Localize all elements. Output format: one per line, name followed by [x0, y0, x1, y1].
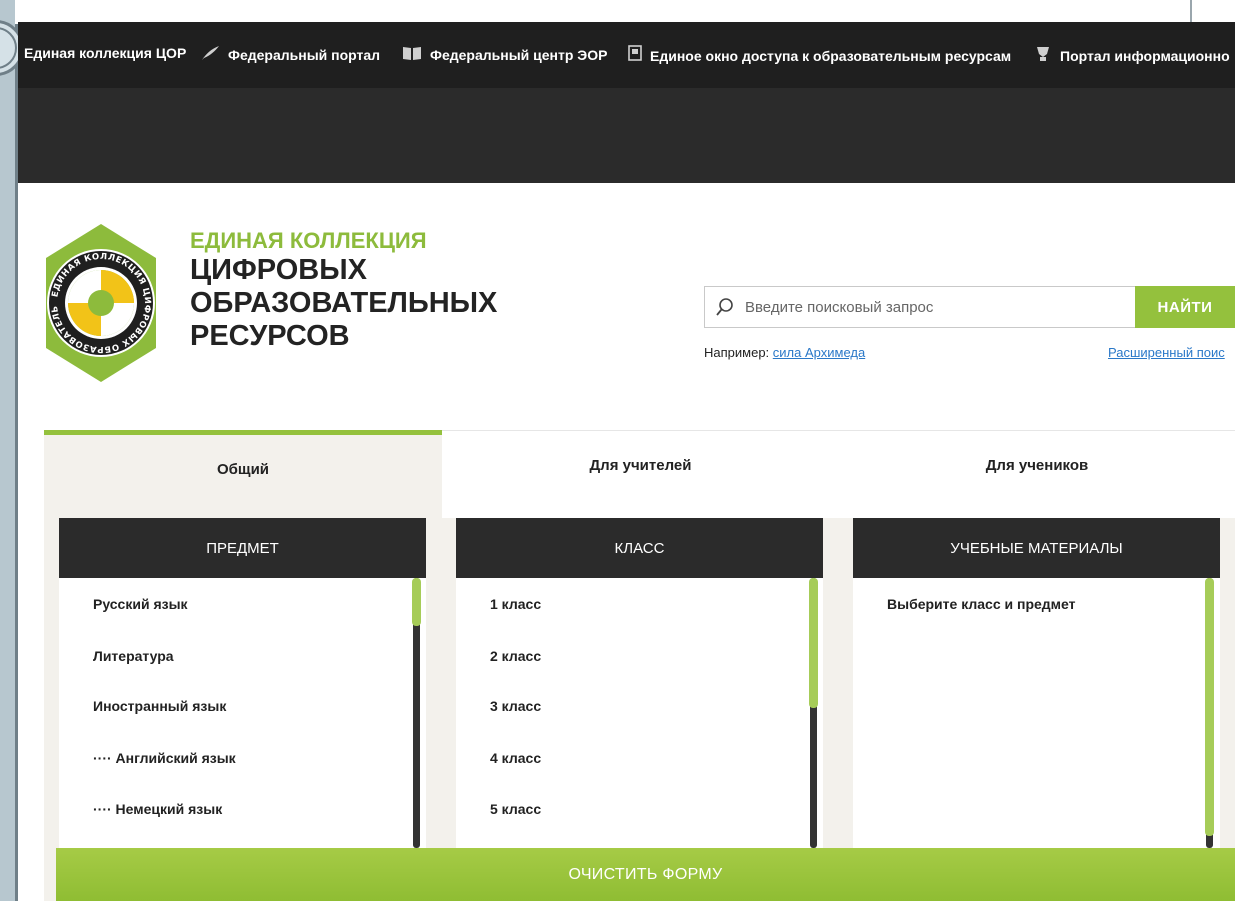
materials-column: УЧЕБНЫЕ МАТЕРИАЛЫ Выберите класс и предм…	[853, 518, 1220, 848]
subject-scroll-thumb[interactable]	[412, 578, 421, 626]
list-item[interactable]: 5 класс	[490, 801, 541, 817]
subject-column: ПРЕДМЕТ Русский язык Литература Иностран…	[59, 518, 426, 848]
search-example: Например: сила Архимеда	[704, 345, 866, 360]
search-placeholder: Введите поисковый запрос	[745, 298, 934, 316]
materials-scroll-thumb[interactable]	[1205, 578, 1214, 836]
topbar-link-info-portal[interactable]: Портал информационно	[1034, 45, 1230, 66]
slide-frame-left	[0, 0, 15, 901]
list-item[interactable]: 1 класс	[490, 596, 541, 612]
grade-list[interactable]: 1 класс 2 класс 3 класс 4 класс 5 класс	[456, 578, 823, 848]
slide-frame-top-line	[1190, 0, 1192, 22]
topbar-link-single-window[interactable]: Единое окно доступа к образовательным ре…	[628, 45, 1011, 66]
book-icon	[402, 45, 422, 65]
site-title: ЕДИНАЯ КОЛЛЕКЦИЯ ЦИФРОВЫХ ОБРАЗОВАТЕЛЬНЫ…	[190, 228, 497, 353]
site-title-line1: ЕДИНАЯ КОЛЛЕКЦИЯ	[190, 228, 427, 253]
example-link[interactable]: сила Архимеда	[773, 345, 865, 360]
grade-scroll-thumb[interactable]	[809, 578, 818, 708]
grade-header: КЛАСС	[456, 518, 823, 578]
header-dark-band	[18, 88, 1235, 183]
materials-header: УЧЕБНЫЕ МАТЕРИАЛЫ	[853, 518, 1220, 578]
tab-students[interactable]: Для учеников	[839, 431, 1235, 519]
advanced-search-link[interactable]: Расширенный поис	[1108, 345, 1225, 360]
list-item: Выберите класс и предмет	[887, 596, 1076, 612]
list-item[interactable]: ···· Английский язык	[93, 750, 236, 766]
tab-teachers[interactable]: Для учителей	[442, 431, 839, 519]
tab-general[interactable]: Общий	[44, 430, 442, 518]
top-portal-bar: Единая коллекция ЦОР Федеральный портал …	[18, 22, 1235, 88]
topbar-link-federal-portal[interactable]: Федеральный портал	[200, 45, 380, 65]
feather-icon	[200, 45, 220, 65]
grade-column: КЛАСС 1 класс 2 класс 3 класс 4 класс 5 …	[456, 518, 823, 848]
site-title-line2: ЦИФРОВЫХ	[190, 254, 367, 286]
list-item[interactable]: 4 класс	[490, 750, 541, 766]
web-page: Единая коллекция ЦОР Федеральный портал …	[18, 22, 1235, 901]
topbar-link-federal-center[interactable]: Федеральный центр ЭОР	[402, 45, 608, 65]
materials-list[interactable]: Выберите класс и предмет	[853, 578, 1220, 848]
subject-header: ПРЕДМЕТ	[59, 518, 426, 578]
list-item[interactable]: Литература	[93, 648, 174, 664]
logo-emblem: ЕДИНАЯ КОЛЛЕКЦИЯ ЦИФРОВЫХ ОБРАЗОВАТЕЛЬНЫ…	[37, 215, 156, 382]
list-item[interactable]: 2 класс	[490, 648, 541, 664]
site-title-line4: РЕСУРСОВ	[190, 320, 350, 352]
list-item[interactable]: Русский язык	[93, 596, 188, 612]
award-icon	[1034, 45, 1052, 66]
topbar-link-collection[interactable]: Единая коллекция ЦОР	[24, 45, 186, 61]
subject-list[interactable]: Русский язык Литература Иностранный язык…	[59, 578, 426, 848]
window-icon	[628, 45, 642, 66]
list-item[interactable]: ···· Немецкий язык	[93, 801, 222, 817]
search-icon	[705, 298, 745, 316]
catalog-tabs: Общий Для учителей Для учеников	[44, 430, 1235, 519]
search-input[interactable]: Введите поисковый запрос	[704, 286, 1136, 328]
clear-form-button[interactable]: ОЧИСТИТЬ ФОРМУ	[56, 848, 1235, 901]
collection-logo[interactable]: ЕДИНАЯ КОЛЛЕКЦИЯ ЦИФРОВЫХ ОБРАЗОВАТЕЛЬНЫ…	[37, 215, 160, 384]
site-title-line3: ОБРАЗОВАТЕЛЬНЫХ	[190, 287, 498, 319]
search-button[interactable]: НАЙТИ	[1135, 286, 1235, 328]
list-item[interactable]: 3 класс	[490, 698, 541, 714]
list-item[interactable]: Иностранный язык	[93, 698, 226, 714]
